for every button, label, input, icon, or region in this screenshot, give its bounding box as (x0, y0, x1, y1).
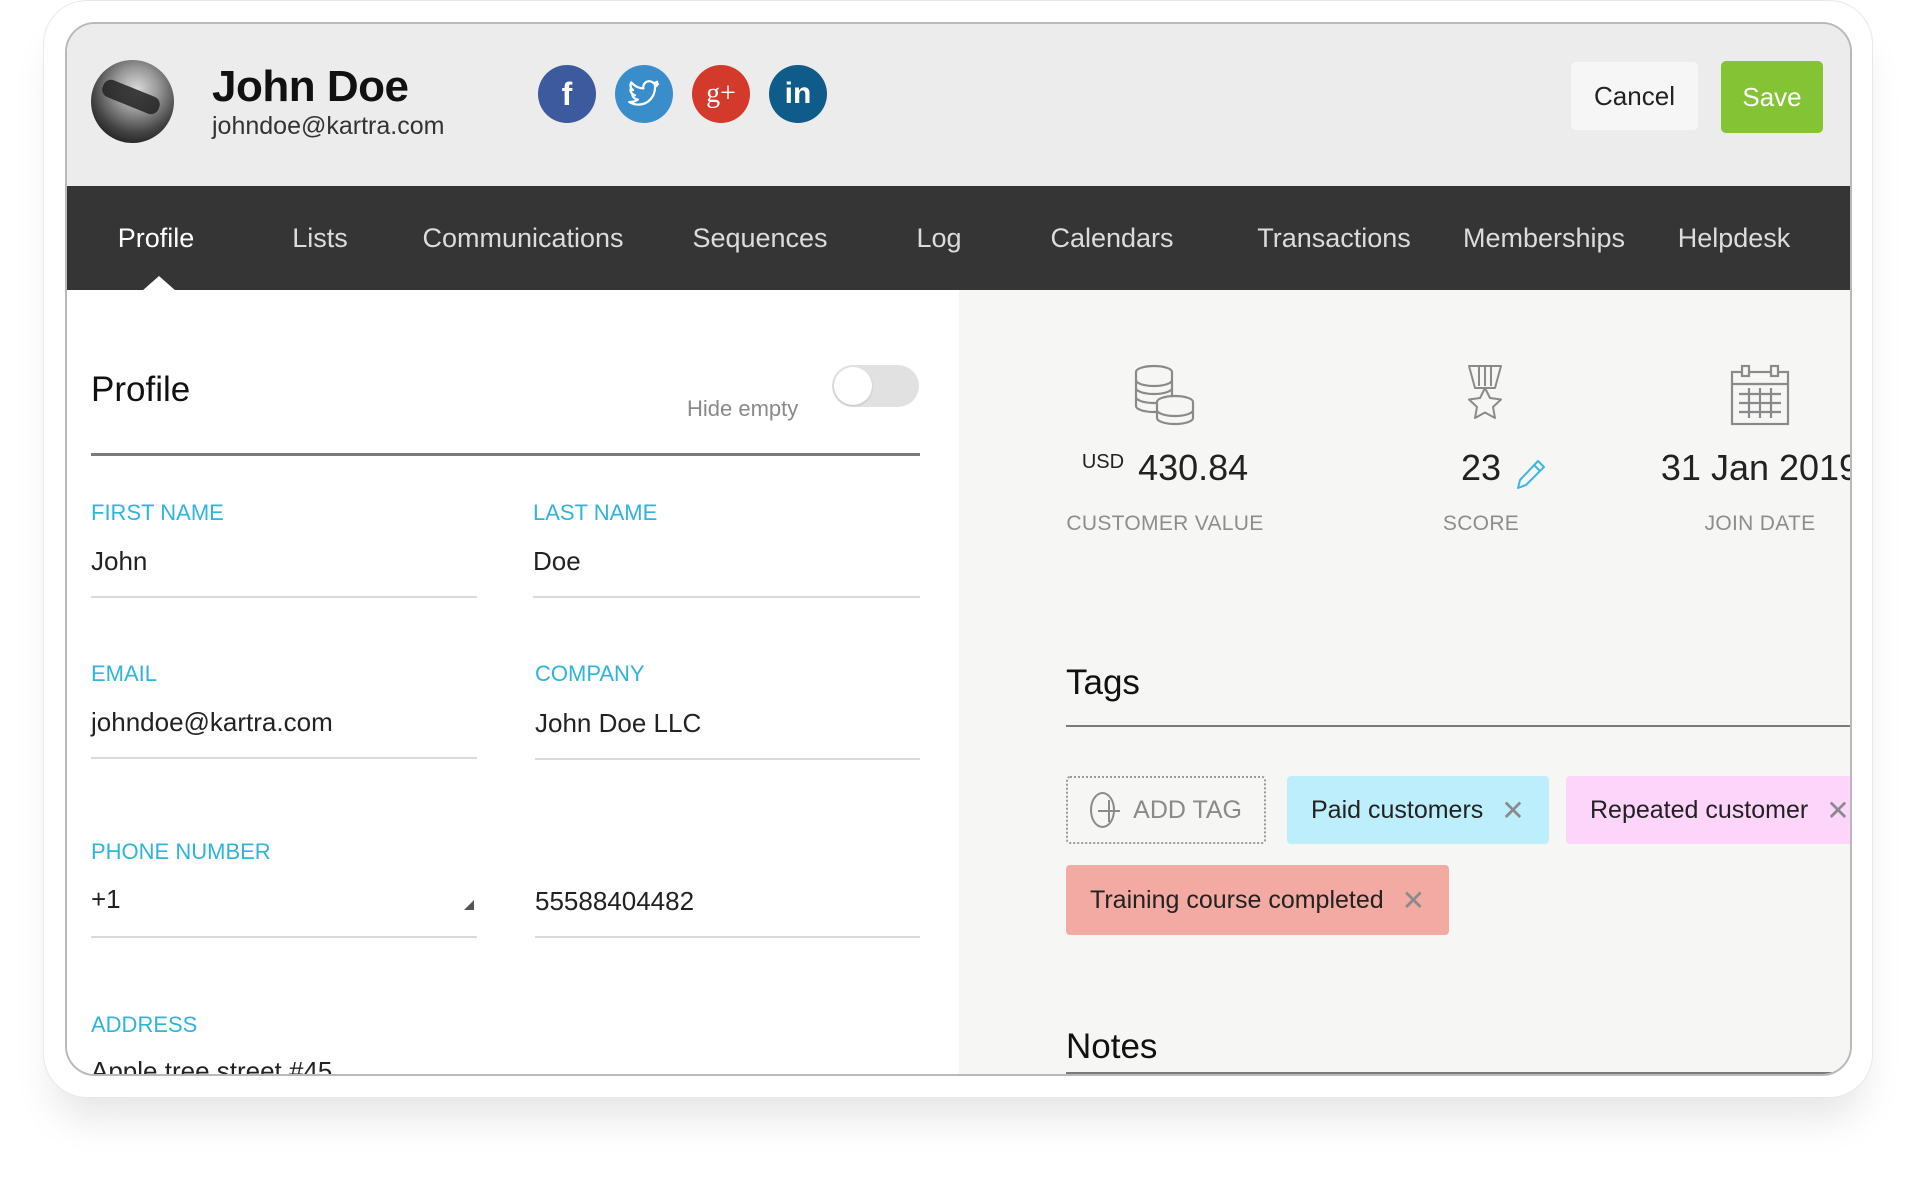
tags-divider (1066, 725, 1850, 727)
email-field[interactable]: johndoe@kartra.com (91, 707, 333, 738)
facebook-icon[interactable]: f (538, 65, 596, 123)
email-label: EMAIL (91, 661, 158, 686)
hide-empty-toggle[interactable] (832, 365, 919, 407)
contact-card: John Doe johndoe@kartra.com f g+ in Canc… (65, 22, 1852, 1076)
join-date-label: JOIN DATE (1704, 512, 1816, 535)
last-name-field[interactable]: Doe (533, 546, 581, 577)
tab-transactions[interactable]: Transactions (1257, 186, 1411, 290)
add-tag-label: ADD TAG (1133, 795, 1242, 824)
edit-score-icon[interactable] (1516, 458, 1546, 490)
remove-tag-icon[interactable]: ✕ (1826, 794, 1849, 827)
customer-value-label: CUSTOMER VALUE (1066, 512, 1264, 535)
tab-calendars[interactable]: Calendars (1050, 186, 1173, 290)
tag-label: Paid customers (1311, 795, 1484, 824)
dropdown-arrow-icon[interactable] (464, 900, 474, 910)
first-name-underline (91, 596, 477, 598)
first-name-label: FIRST NAME (91, 500, 224, 525)
contact-name: John Doe (212, 62, 409, 111)
remove-tag-icon[interactable]: ✕ (1501, 794, 1524, 827)
company-field[interactable]: John Doe LLC (535, 708, 701, 739)
company-underline (535, 758, 920, 760)
last-name-underline (533, 596, 920, 598)
tag-label: Training course completed (1090, 885, 1384, 914)
linkedin-icon[interactable]: in (769, 65, 827, 123)
active-tab-indicator (142, 276, 176, 291)
join-date: 31 Jan 2019 (1660, 447, 1852, 488)
tag-training-course-completed: Training course completed ✕ (1066, 865, 1450, 935)
contact-header: John Doe johndoe@kartra.com f g+ in Canc… (67, 24, 1850, 186)
add-tag-button[interactable]: ADD TAG (1066, 776, 1266, 844)
calendar-icon (1730, 364, 1790, 426)
address-label: ADDRESS (91, 1012, 198, 1037)
tag-repeated-customer: Repeated customer ✕ (1566, 776, 1850, 844)
coins-icon (1134, 364, 1195, 426)
hide-empty-label: Hide empty (687, 396, 799, 421)
plus-icon (1090, 792, 1121, 828)
score-value: 23 (1460, 447, 1502, 488)
country-code-underline (91, 936, 477, 938)
first-name-field[interactable]: John (91, 546, 147, 577)
tag-label: Repeated customer (1590, 795, 1809, 824)
tab-lists[interactable]: Lists (292, 186, 348, 290)
customer-value: USD 430.84 (1081, 447, 1249, 488)
cancel-button[interactable]: Cancel (1571, 62, 1698, 130)
country-code-select[interactable]: +1 (91, 884, 121, 915)
email-underline (91, 757, 477, 759)
tags-title: Tags (1066, 663, 1140, 702)
notes-title: Notes (1066, 1027, 1158, 1066)
company-label: COMPANY (535, 661, 645, 686)
contact-email: johndoe@kartra.com (212, 112, 445, 140)
google-plus-icon[interactable]: g+ (692, 65, 750, 123)
last-name-label: LAST NAME (533, 500, 658, 525)
remove-tag-icon[interactable]: ✕ (1402, 884, 1425, 917)
medal-icon (1468, 365, 1502, 419)
twitter-icon[interactable] (615, 65, 673, 123)
save-button[interactable]: Save (1721, 61, 1823, 133)
avatar (91, 60, 174, 143)
tab-communications[interactable]: Communications (422, 186, 623, 290)
profile-title: Profile (91, 370, 191, 409)
tab-profile[interactable]: Profile (118, 186, 195, 290)
phone-label: PHONE NUMBER (91, 839, 271, 864)
address-field[interactable]: Apple tree street #45 (91, 1056, 332, 1074)
profile-divider (91, 453, 920, 456)
tab-log[interactable]: Log (916, 186, 961, 290)
summary-panel: USD 430.84 CUSTOMER VALUE 23 SCORE 31 Jan… (959, 290, 1852, 1074)
score-label: SCORE (1442, 512, 1520, 535)
tag-paid-customers: Paid customers ✕ (1287, 776, 1549, 844)
tab-sequences[interactable]: Sequences (692, 186, 827, 290)
tab-memberships[interactable]: Memberships (1463, 186, 1625, 290)
contact-tabs: Profile Lists Communications Sequences L… (67, 186, 1850, 290)
phone-number-underline (535, 936, 920, 938)
profile-panel: Profile Hide empty FIRST NAME John LAST … (67, 290, 959, 1074)
tab-helpdesk[interactable]: Helpdesk (1678, 186, 1791, 290)
phone-number-field[interactable]: 55588404482 (535, 886, 694, 917)
notes-divider (1066, 1072, 1850, 1074)
